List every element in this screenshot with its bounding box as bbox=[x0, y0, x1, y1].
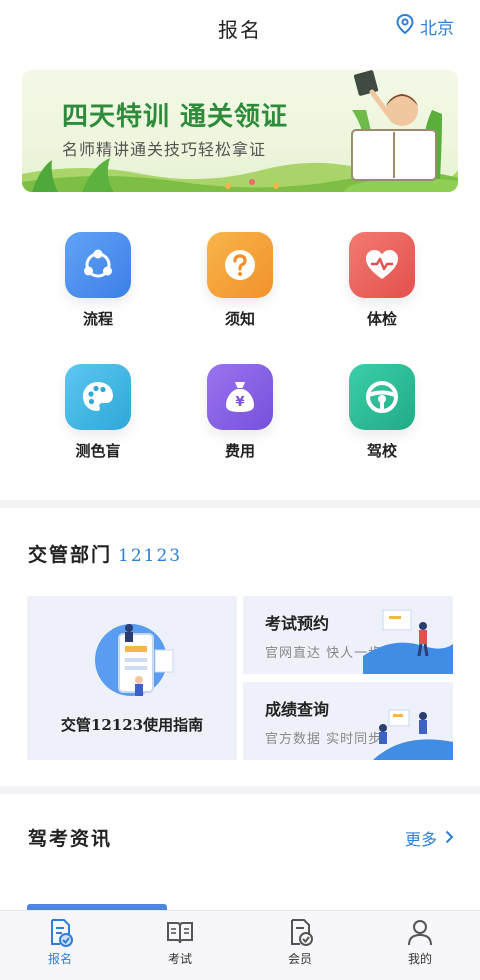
heart-pulse-icon bbox=[349, 232, 415, 298]
query-illustration bbox=[373, 709, 453, 760]
service-notice[interactable]: 须知 bbox=[180, 232, 300, 329]
service-fees[interactable]: ¥ 费用 bbox=[180, 364, 300, 461]
booking-illustration bbox=[363, 609, 453, 674]
book-icon bbox=[120, 917, 240, 947]
tab-signup[interactable]: 报名 bbox=[0, 911, 120, 980]
card-title: 成绩查询 bbox=[265, 700, 330, 719]
traffic-title: 交管部门 bbox=[28, 544, 113, 566]
service-driving-school[interactable]: 驾校 bbox=[322, 364, 442, 461]
tab-label: 报名 bbox=[47, 952, 72, 966]
banner-title: 四天特训 通关领证 bbox=[62, 102, 289, 132]
service-color-blind[interactable]: 测色盲 bbox=[38, 364, 158, 461]
service-flow[interactable]: 流程 bbox=[38, 232, 158, 329]
service-label: 测色盲 bbox=[75, 442, 121, 460]
news-section-title: 驾考资讯 bbox=[28, 824, 112, 851]
tab-member[interactable]: 会员 bbox=[240, 911, 360, 980]
service-label: 费用 bbox=[224, 442, 255, 460]
top-bar: 报名 北京 bbox=[0, 0, 480, 56]
card-title: 考试预约 bbox=[265, 614, 330, 633]
tab-exam[interactable]: 考试 bbox=[120, 911, 240, 980]
traffic-section-title: 交管部门 12123 bbox=[28, 540, 182, 567]
svg-text:¥: ¥ bbox=[235, 395, 244, 410]
member-icon bbox=[240, 917, 360, 947]
phone-illustration bbox=[118, 624, 174, 696]
traffic-number: 12123 bbox=[118, 546, 183, 566]
service-label: 须知 bbox=[224, 310, 255, 328]
promo-banner[interactable]: 四天特训 通关领证 名师精讲通关技巧轻松拿证 bbox=[22, 70, 458, 192]
exam-booking-card[interactable]: 考试预约 官网直达 快人一步 bbox=[243, 596, 453, 674]
bottom-tab-bar: 报名 考试 会员 我的 bbox=[0, 910, 480, 980]
tab-mine[interactable]: 我的 bbox=[360, 911, 480, 980]
service-label: 流程 bbox=[82, 310, 113, 328]
guide-card[interactable]: 交管12123使用指南 bbox=[27, 596, 237, 760]
section-divider bbox=[0, 500, 480, 508]
service-label: 体检 bbox=[366, 310, 397, 328]
tab-label: 考试 bbox=[167, 952, 192, 966]
tab-label: 会员 bbox=[287, 952, 312, 966]
more-link[interactable]: 更多 bbox=[405, 826, 454, 850]
chevron-right-icon bbox=[445, 829, 454, 848]
service-medical[interactable]: 体检 bbox=[322, 232, 442, 329]
location-selector[interactable]: 北京 bbox=[396, 13, 454, 39]
steering-wheel-icon bbox=[349, 364, 415, 430]
guide-label: 交管12123使用指南 bbox=[60, 716, 204, 734]
money-bag-icon: ¥ bbox=[207, 364, 273, 430]
flow-icon bbox=[65, 232, 131, 298]
user-icon bbox=[360, 917, 480, 947]
location-label: 北京 bbox=[420, 19, 454, 39]
banner-subtitle: 名师精讲通关技巧轻松拿证 bbox=[62, 140, 267, 159]
service-label: 驾校 bbox=[366, 442, 397, 460]
score-query-card[interactable]: 成绩查询 官方数据 实时同步 bbox=[243, 682, 453, 760]
more-label: 更多 bbox=[404, 830, 437, 849]
news-title: 驾考资讯 bbox=[28, 828, 113, 850]
section-divider bbox=[0, 786, 480, 794]
palette-icon bbox=[65, 364, 131, 430]
location-pin-icon bbox=[396, 13, 414, 39]
tab-label: 我的 bbox=[407, 952, 432, 966]
question-icon bbox=[207, 232, 273, 298]
signup-icon bbox=[0, 917, 120, 947]
